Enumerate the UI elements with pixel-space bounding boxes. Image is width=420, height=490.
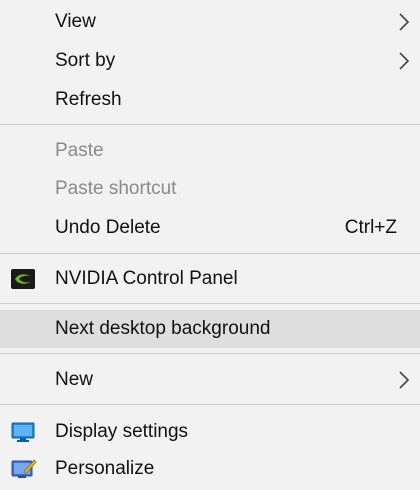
menu-separator xyxy=(0,404,420,405)
menu-separator xyxy=(0,124,420,125)
menu-item-label: Undo Delete xyxy=(55,217,161,238)
keyboard-shortcut: Ctrl+Z xyxy=(344,217,397,238)
menu-item-label: Paste xyxy=(55,140,104,161)
menu-item-display-settings[interactable]: Display settings xyxy=(0,413,420,451)
desktop-context-menu: View Sort by Refresh Paste Paste shortcu… xyxy=(0,0,420,490)
menu-item-new[interactable]: New xyxy=(0,361,420,399)
menu-item-paste[interactable]: Paste xyxy=(0,132,420,170)
display-icon xyxy=(11,422,35,442)
menu-item-label: Paste shortcut xyxy=(55,178,177,199)
menu-item-undo-delete[interactable]: Undo Delete Ctrl+Z xyxy=(0,209,420,247)
menu-item-view[interactable]: View xyxy=(0,3,420,41)
menu-item-sort-by[interactable]: Sort by xyxy=(0,42,420,80)
menu-item-label: New xyxy=(55,369,94,390)
menu-separator xyxy=(0,353,420,354)
menu-item-label: Refresh xyxy=(55,89,122,110)
menu-item-refresh[interactable]: Refresh xyxy=(0,81,420,119)
menu-separator xyxy=(0,303,420,304)
chevron-right-icon xyxy=(399,13,410,31)
menu-separator xyxy=(0,253,420,254)
menu-item-label: Display settings xyxy=(55,421,189,442)
chevron-right-icon xyxy=(399,52,410,70)
nvidia-icon xyxy=(11,269,35,289)
menu-item-label: NVIDIA Control Panel xyxy=(55,268,238,289)
menu-item-nvidia-control-panel[interactable]: NVIDIA Control Panel xyxy=(0,260,420,298)
menu-item-next-desktop-background[interactable]: Next desktop background xyxy=(0,310,420,348)
menu-item-label: Next desktop background xyxy=(55,318,271,339)
menu-item-paste-shortcut[interactable]: Paste shortcut xyxy=(0,170,420,208)
chevron-right-icon xyxy=(399,371,410,389)
menu-item-label: Personalize xyxy=(55,458,155,479)
menu-item-label: View xyxy=(55,11,96,32)
menu-item-label: Sort by xyxy=(55,50,116,71)
personalize-icon xyxy=(11,459,36,478)
menu-item-personalize[interactable]: Personalize xyxy=(0,450,420,488)
